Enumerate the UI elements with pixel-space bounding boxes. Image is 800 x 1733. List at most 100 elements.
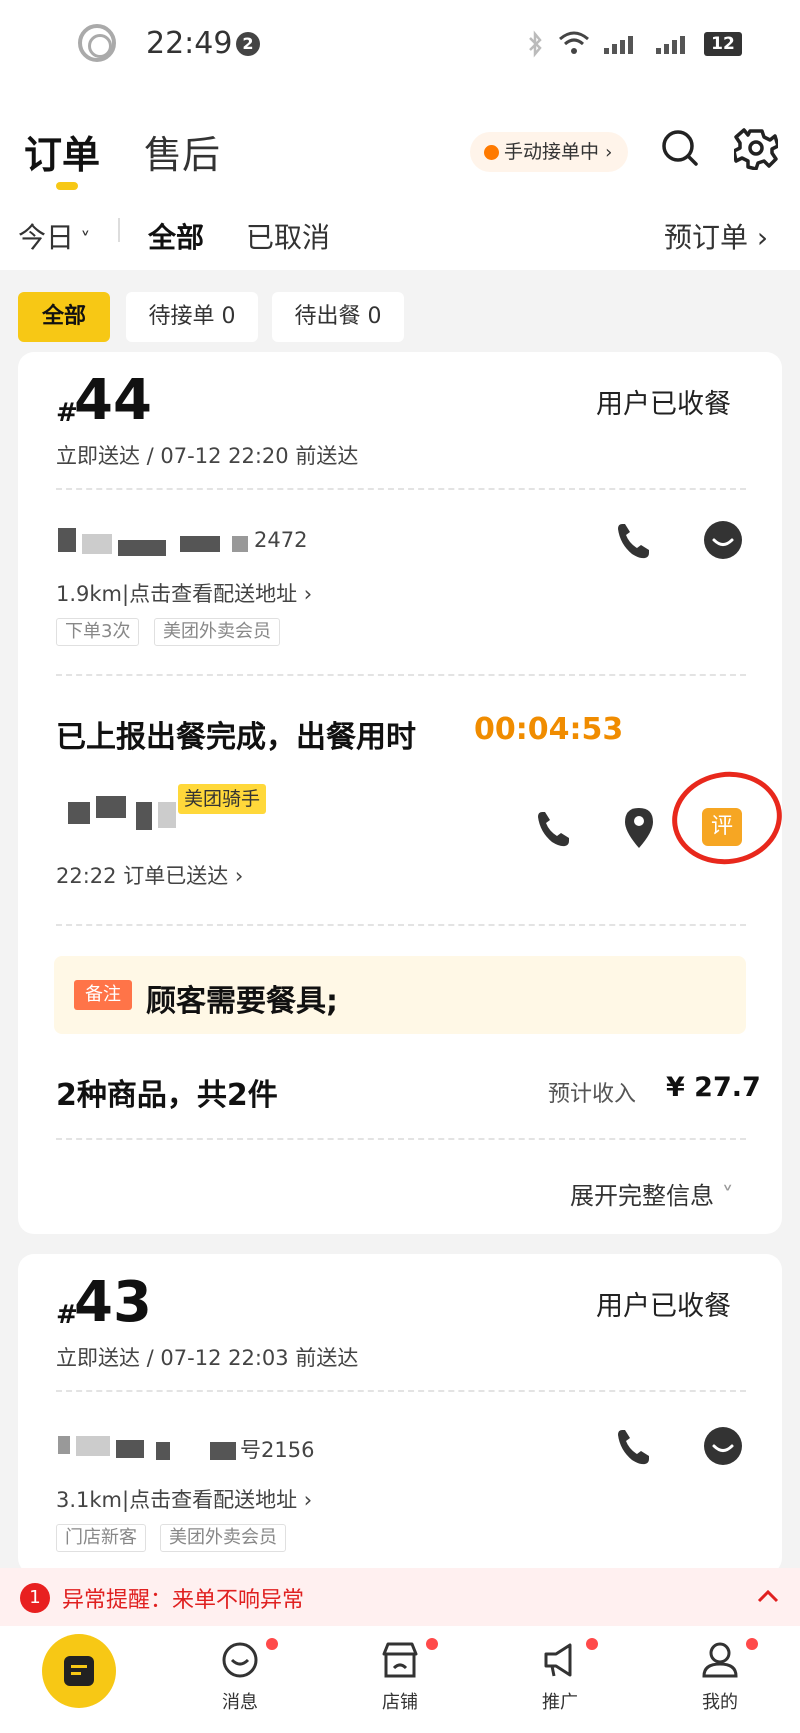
- alert-text: 异常提醒：来单不响异常: [62, 1588, 305, 1613]
- chat-icon[interactable]: [702, 1426, 744, 1468]
- filter-all[interactable]: 全部: [148, 216, 204, 256]
- redacted-block: [210, 1442, 236, 1460]
- rider-tag: 美团骑手: [178, 784, 267, 814]
- unread-dot: [426, 1638, 438, 1650]
- preorder-link[interactable]: 预订单 ›: [664, 216, 768, 256]
- unread-dot: [746, 1638, 758, 1650]
- search-icon[interactable]: [660, 128, 700, 170]
- income-label: 预计收入: [548, 1082, 637, 1107]
- delivery-time: 立即送达 / 07-12 22:03 前送达: [56, 1346, 359, 1370]
- chevron-right-icon: ›: [228, 864, 244, 888]
- nav-label: 我的: [702, 1692, 738, 1713]
- distance-text: 3.1km|点击查看配送地址: [56, 1488, 298, 1512]
- battery-indicator: 12: [704, 32, 742, 56]
- order-card-43[interactable]: # 43 用户已收餐 立即送达 / 07-12 22:03 前送达 号2156 …: [18, 1254, 782, 1574]
- filter-divider: [118, 218, 120, 242]
- redacted-rider: [136, 802, 152, 830]
- status-dot: [484, 145, 499, 160]
- address-link[interactable]: 3.1km|点击查看配送地址 ›: [56, 1484, 312, 1514]
- gear-icon[interactable]: [734, 126, 778, 170]
- expand-info-button[interactable]: 展开完整信息 ˅: [570, 1176, 734, 1211]
- chevron-down-icon: ˅: [714, 1182, 734, 1210]
- orders-icon: [64, 1656, 94, 1686]
- rider-phone-icon[interactable]: [534, 808, 574, 850]
- income-value: ¥ 27.7: [666, 1072, 761, 1103]
- tab-orders[interactable]: 订单: [24, 124, 100, 179]
- phone-icon[interactable]: [614, 520, 654, 562]
- order-status: 用户已收餐: [596, 389, 731, 420]
- rider-status-text: 22:22 订单已送达: [56, 864, 229, 888]
- chevron-down-icon: ˅: [74, 228, 91, 252]
- chevron-right-icon: ›: [748, 221, 769, 254]
- redacted-block: [118, 540, 166, 556]
- notification-count-badge: 2: [236, 32, 260, 56]
- chevron-right-icon: ›: [297, 582, 313, 606]
- phone-icon[interactable]: [614, 1426, 654, 1468]
- chip-pending-meal[interactable]: 待出餐 0: [272, 292, 404, 342]
- megaphone-icon: [544, 1643, 572, 1677]
- redacted-block: [116, 1440, 144, 1458]
- delivery-time: 立即送达 / 07-12 22:20 前送达: [56, 444, 359, 468]
- redacted-block: [76, 1436, 110, 1456]
- customer-tag: 美团外卖会员: [160, 1524, 286, 1552]
- chip-all[interactable]: 全部: [18, 292, 110, 342]
- divider: [56, 1390, 746, 1392]
- location-pin-icon[interactable]: [622, 806, 656, 850]
- redacted-block: [232, 536, 248, 552]
- note-tag: 备注: [74, 980, 132, 1010]
- unread-dot: [586, 1638, 598, 1650]
- divider: [56, 488, 746, 490]
- chat-icon[interactable]: [702, 520, 744, 562]
- customer-phone-tail: 2472: [254, 528, 308, 552]
- customer-tag: 下单3次: [56, 618, 140, 646]
- bluetooth-icon: [529, 30, 542, 58]
- signal-1-icon: [604, 36, 633, 54]
- exception-alert-bar[interactable]: 1 异常提醒：来单不响异常: [0, 1568, 800, 1626]
- status-bar: 22:49 2 12: [0, 0, 800, 90]
- order-note: 备注 顾客需要餐具;: [54, 956, 746, 1034]
- nav-profile[interactable]: 我的: [680, 1636, 760, 1726]
- meal-report-text: 已上报出餐完成，出餐用时: [56, 720, 416, 755]
- redacted-rider: [158, 802, 176, 828]
- redacted-block: [180, 536, 220, 552]
- nav-orders-button[interactable]: [42, 1634, 116, 1708]
- redacted-rider: [96, 796, 126, 818]
- tab-indicator: [56, 182, 78, 190]
- camera-ring-icon: [78, 24, 116, 62]
- nav-store[interactable]: 店铺: [360, 1636, 440, 1726]
- tab-aftersale[interactable]: 售后: [144, 124, 220, 179]
- unread-dot: [266, 1638, 278, 1650]
- filter-today[interactable]: 今日 ˅: [18, 216, 90, 256]
- customer-phone-tail: 号2156: [240, 1438, 315, 1462]
- nav-messages[interactable]: 消息: [200, 1636, 280, 1726]
- user-icon: [702, 1642, 738, 1678]
- signal-2-icon: [656, 36, 685, 54]
- redacted-block: [82, 534, 112, 554]
- order-number: 44: [74, 368, 152, 433]
- rider-status-link[interactable]: 22:22 订单已送达 ›: [56, 860, 243, 890]
- address-link[interactable]: 1.9km|点击查看配送地址 ›: [56, 578, 312, 608]
- chevron-up-icon[interactable]: [756, 1586, 780, 1606]
- manual-accept-label: 手动接单中: [504, 141, 600, 163]
- order-number: 43: [74, 1270, 152, 1335]
- message-icon: [222, 1642, 258, 1678]
- annotation-circle: [666, 764, 788, 872]
- preorder-label: 预订单: [664, 221, 749, 254]
- nav-promote[interactable]: 推广: [520, 1636, 600, 1726]
- status-time: 22:49: [146, 26, 233, 61]
- redacted-rider: [68, 802, 90, 824]
- redacted-name: [58, 528, 76, 552]
- chip-pending-accept[interactable]: 待接单 0: [126, 292, 258, 342]
- chevron-right-icon: ›: [297, 1488, 313, 1512]
- divider: [56, 1138, 746, 1140]
- redacted-block: [156, 1442, 170, 1460]
- meal-timer: 00:04:53: [474, 712, 624, 747]
- nav-label: 推广: [542, 1692, 578, 1713]
- chevron-right-icon: ›: [605, 142, 613, 163]
- order-card-44[interactable]: # 44 用户已收餐 立即送达 / 07-12 22:20 前送达 2472 1…: [18, 352, 788, 1234]
- customer-tag: 美团外卖会员: [154, 618, 280, 646]
- customer-tag: 门店新客: [56, 1524, 146, 1552]
- filter-cancelled[interactable]: 已取消: [246, 216, 330, 256]
- manual-accept-toggle[interactable]: 手动接单中 ›: [470, 132, 628, 172]
- wifi-icon: [559, 31, 589, 54]
